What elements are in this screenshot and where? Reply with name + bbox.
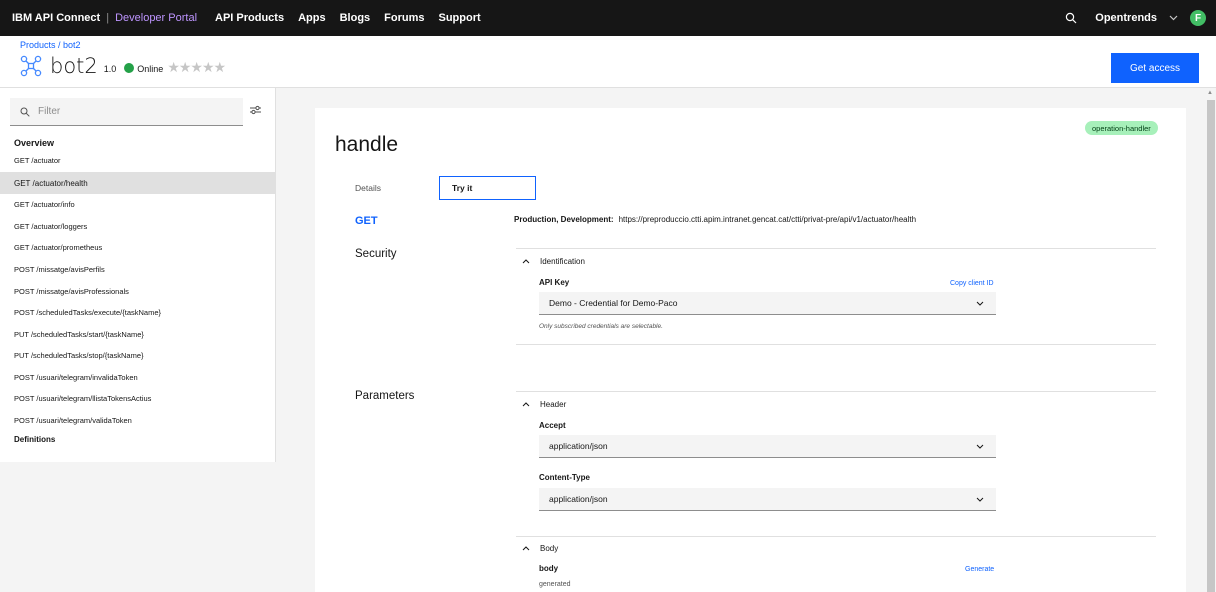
sidebar-item-post-avis-professionals[interactable]: POST /missatge/avisProfessionals [0, 280, 276, 302]
parameters-section-label: Parameters [355, 390, 415, 402]
credential-hint: Only subscribed credentials are selectab… [539, 323, 663, 330]
sidebar: Filter Overview GET /actuator GET /actua… [0, 88, 276, 592]
accept-select[interactable]: application/json [539, 435, 996, 458]
operation-title: handle [335, 133, 399, 156]
developer-portal-link[interactable]: Developer Portal [115, 12, 197, 24]
filter-placeholder: Filter [38, 106, 61, 117]
environment-label: Production, Development: [514, 215, 614, 224]
accept-label: Accept [539, 421, 566, 430]
content-type-label: Content-Type [539, 473, 590, 482]
security-section-label: Security [355, 248, 397, 260]
nav-link-apps[interactable]: Apps [298, 12, 326, 24]
divider [516, 344, 1156, 345]
body-section-label: Body [540, 544, 559, 553]
user-menu[interactable]: Opentrends [1095, 12, 1157, 24]
rating-stars[interactable]: ★★★★★ [167, 59, 226, 76]
chevron-down-icon[interactable] [1169, 13, 1178, 24]
sidebar-definitions[interactable]: Definitions [14, 435, 55, 444]
get-access-button[interactable]: Get access [1111, 53, 1199, 83]
chevron-up-icon [522, 546, 530, 551]
online-status-dot [124, 63, 135, 73]
sidebar-item-get-actuator-health[interactable]: GET /actuator/health [0, 172, 276, 194]
sidebar-item-post-scheduled-execute[interactable]: POST /scheduledTasks/execute/{taskName} [0, 301, 276, 323]
sidebar-item-get-actuator-loggers[interactable]: GET /actuator/loggers [0, 215, 276, 237]
identification-label: Identification [540, 257, 585, 266]
top-navigation-bar: IBM API Connect | Developer Portal API P… [0, 0, 1216, 36]
content-type-select-value: application/json [549, 494, 608, 504]
nav-link-blogs[interactable]: Blogs [340, 12, 371, 24]
sidebar-panel: Filter Overview GET /actuator GET /actua… [0, 88, 276, 462]
scroll-up-arrow-icon[interactable]: ▲ [1207, 90, 1213, 96]
sidebar-overview[interactable]: Overview [14, 138, 54, 148]
operation-badge: operation-handler [1085, 121, 1158, 135]
nav-right-group: Opentrends F [1065, 0, 1206, 36]
sidebar-item-post-invalida-token[interactable]: POST /usuari/telegram/invalidaToken [0, 366, 276, 388]
sidebar-item-put-scheduled-stop[interactable]: PUT /scheduledTasks/stop/{taskName} [0, 344, 276, 366]
product-header: Products / bot2 bot2 1.0 Online ★★★★★ Ge… [0, 36, 1216, 88]
api-title-row: bot2 1.0 Online ★★★★★ [20, 54, 226, 78]
brand-separator: | [106, 12, 110, 24]
brand-link[interactable]: IBM API Connect [12, 12, 100, 24]
sidebar-item-get-actuator-info[interactable]: GET /actuator/info [0, 193, 276, 215]
body-label: body [539, 564, 559, 573]
identification-accordion[interactable]: Identification [522, 257, 585, 266]
breadcrumb[interactable]: Products / bot2 [20, 40, 81, 50]
api-product-icon [20, 55, 42, 77]
avatar[interactable]: F [1190, 10, 1206, 26]
sidebar-item-post-valida-token[interactable]: POST /usuari/telegram/validaToken [0, 409, 276, 431]
scrollbar-thumb[interactable] [1207, 100, 1215, 592]
accept-select-value: application/json [549, 441, 608, 451]
api-key-label: API Key [539, 278, 570, 287]
nav-link-forums[interactable]: Forums [384, 12, 424, 24]
header-accordion[interactable]: Header [522, 400, 566, 409]
http-method: GET [355, 215, 378, 227]
copy-client-id-link[interactable]: Copy client ID [950, 280, 994, 287]
chevron-down-icon [976, 444, 984, 449]
header-section-label: Header [540, 400, 567, 409]
api-version: 1.0 [103, 64, 117, 74]
operation-panel: operation-handler handle Details Try it … [315, 108, 1186, 592]
body-note: generated [539, 581, 571, 588]
tab-details[interactable]: Details [335, 176, 435, 200]
chevron-down-icon [976, 497, 984, 502]
sidebar-item-get-actuator[interactable]: GET /actuator [0, 149, 276, 171]
divider [516, 536, 1156, 537]
endpoint-url-text: https://preproduccio.ctti.apim.intranet.… [618, 215, 917, 224]
nav-link-api-products[interactable]: API Products [215, 12, 284, 24]
nav-link-support[interactable]: Support [439, 12, 481, 24]
tab-try-it[interactable]: Try it [439, 176, 536, 200]
credential-select-value: Demo - Credential for Demo-Paco [549, 298, 678, 308]
sidebar-item-post-llista-tokens[interactable]: POST /usuari/telegram/llistaTokensActius [0, 387, 276, 409]
chevron-down-icon [976, 301, 984, 306]
sidebar-item-post-avis-perfils[interactable]: POST /missatge/avisPerfils [0, 258, 276, 280]
divider [516, 248, 1156, 249]
page-title: bot2 [50, 54, 98, 78]
search-icon [20, 107, 30, 117]
chevron-up-icon [522, 259, 530, 264]
divider [516, 391, 1156, 392]
search-icon[interactable] [1065, 12, 1077, 24]
endpoint-url: Production, Development: https://preprodu… [514, 215, 916, 224]
status-badge: Online [137, 63, 164, 74]
generate-link[interactable]: Generate [965, 566, 994, 573]
body-accordion[interactable]: Body [522, 544, 558, 553]
chevron-up-icon [522, 402, 530, 407]
filter-input[interactable]: Filter [10, 98, 243, 126]
credential-select[interactable]: Demo - Credential for Demo-Paco [539, 292, 996, 315]
sidebar-item-get-actuator-prometheus[interactable]: GET /actuator/prometheus [0, 236, 276, 258]
sidebar-item-put-scheduled-start[interactable]: PUT /scheduledTasks/start/{taskName} [0, 323, 276, 345]
content-type-select[interactable]: application/json [539, 488, 996, 511]
filter-settings-icon[interactable] [250, 105, 261, 115]
